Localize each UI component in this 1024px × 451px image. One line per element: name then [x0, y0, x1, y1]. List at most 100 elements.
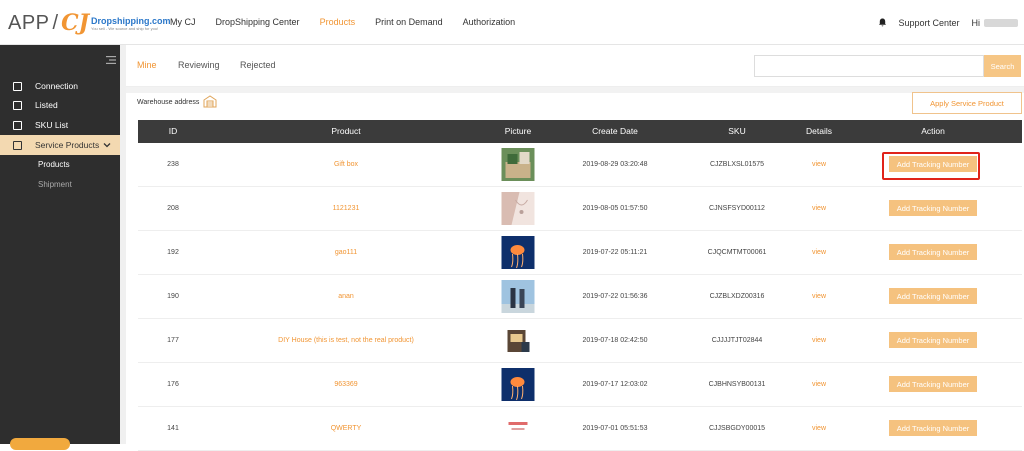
- sidebar: Connection Listed SKU List Service Produ…: [0, 45, 120, 450]
- greeting: Hi: [971, 17, 981, 28]
- logo-cj-mark: CJ: [61, 10, 90, 36]
- column-header-action: Action: [921, 126, 945, 136]
- search-button[interactable]: Search: [984, 55, 1021, 77]
- nav-authorization[interactable]: Authorization: [463, 0, 516, 45]
- sidebar-item-label: Service Products: [35, 140, 100, 150]
- row-product-link[interactable]: QWERTY: [331, 407, 362, 451]
- table-row: 208 1121231 2019-08-05 01:57:50 CJNSFSYD001…: [138, 187, 1022, 231]
- add-tracking-number-button[interactable]: Add Tracking Number: [889, 244, 977, 260]
- add-tracking-number-button[interactable]: Add Tracking Number: [889, 200, 977, 216]
- support-center-link[interactable]: Support Center: [898, 18, 959, 28]
- view-details-link[interactable]: view: [812, 275, 826, 319]
- header-right: Support Center Hi: [878, 0, 1024, 45]
- sidebar-item-label: Listed: [35, 100, 58, 110]
- tab-reviewing[interactable]: Reviewing: [178, 60, 220, 70]
- logo-app-text: APP: [8, 11, 50, 34]
- add-tracking-number-button[interactable]: Add Tracking Number: [889, 288, 977, 304]
- logo[interactable]: APP / CJ Dropshipping.com You sell - We …: [8, 10, 171, 36]
- view-details-link[interactable]: view: [812, 187, 826, 231]
- jellyfish-image[interactable]: [501, 368, 535, 401]
- sidebar-subitem-shipment[interactable]: Shipment: [38, 180, 72, 189]
- nav-dropshipping-center[interactable]: DropShipping Center: [216, 0, 300, 45]
- view-details-link[interactable]: view: [812, 143, 826, 187]
- table-row: 176 963369 2019-07-17 12:03:02 CJBHNSYB0013…: [138, 363, 1022, 407]
- row-create-date: 2019-07-01 05:51:53: [582, 425, 648, 432]
- row-id: 208: [167, 205, 179, 212]
- column-header-sku: SKU: [728, 126, 746, 136]
- bell-icon[interactable]: [878, 18, 887, 27]
- highlight-box: [882, 152, 980, 180]
- sidebar-item-listed[interactable]: Listed: [0, 95, 120, 115]
- sidebar-bottom-pill[interactable]: [10, 438, 70, 450]
- table-row: 141 QWERTY 2019-07-01 05:51:53 CJJSBGDY0001…: [138, 407, 1022, 451]
- warehouse-address-label: Warehouse address: [137, 99, 200, 106]
- username-redacted[interactable]: [984, 18, 1018, 27]
- sidebar-item-sku-list[interactable]: SKU List: [0, 115, 120, 135]
- nav-print-on-demand[interactable]: Print on Demand: [375, 0, 443, 45]
- view-details-link[interactable]: view: [812, 407, 826, 451]
- logo-text: Dropshipping.com You sell - We source an…: [91, 16, 171, 31]
- logo-tagline: You sell - We source and ship for you!: [91, 25, 159, 31]
- column-header-id: ID: [168, 126, 178, 136]
- column-header-create-date: Create Date: [592, 126, 638, 136]
- necklace-image[interactable]: [501, 192, 535, 225]
- warehouse-icon[interactable]: [203, 95, 217, 108]
- row-sku: CJQCMTMT00061: [707, 249, 767, 256]
- top-header: APP / CJ Dropshipping.com You sell - We …: [0, 0, 1024, 45]
- sidebar-item-label: SKU List: [35, 120, 69, 130]
- row-product-link[interactable]: 1121231: [333, 187, 360, 231]
- table-row: 190 anan 2019-07-22 01:56:36 CJZBLXDZ00316 v…: [138, 275, 1022, 319]
- add-tracking-number-button[interactable]: Add Tracking Number: [889, 332, 977, 348]
- table-row: 177 DIY House (this is test, not the real…: [138, 319, 1022, 363]
- table-header: ID Product Picture Create Date SKU Detai…: [138, 120, 1022, 143]
- row-id: 176: [167, 381, 179, 388]
- sidebar-item-service-products[interactable]: Service Products: [0, 135, 120, 155]
- nav-products[interactable]: Products: [320, 0, 356, 45]
- row-product-link[interactable]: Gift box: [334, 143, 358, 187]
- row-sku: CJJSBGDY00015: [708, 425, 766, 432]
- nav-my-cj[interactable]: My CJ: [170, 0, 196, 45]
- row-id: 238: [167, 161, 179, 168]
- tab-mine[interactable]: Mine: [137, 60, 157, 70]
- sidebar-item-connection[interactable]: Connection: [0, 76, 120, 96]
- row-sku: CJZBLXDZ00316: [709, 293, 765, 300]
- sidebar-item-label: Connection: [35, 81, 79, 91]
- add-tracking-number-button[interactable]: Add Tracking Number: [889, 420, 977, 436]
- row-product-link[interactable]: DIY House (this is test, not the real pr…: [278, 319, 414, 363]
- section-divider: [126, 87, 1024, 93]
- row-product-link[interactable]: anan: [338, 275, 354, 319]
- couple-image[interactable]: [501, 280, 535, 313]
- main-nav: My CJ DropShipping Center Products Print…: [170, 0, 535, 45]
- row-product-link[interactable]: gao111: [335, 231, 357, 275]
- view-details-link[interactable]: view: [812, 363, 826, 407]
- sidebar-subitem-products[interactable]: Products: [38, 160, 70, 169]
- text-image[interactable]: [501, 412, 535, 445]
- view-details-link[interactable]: view: [812, 231, 826, 275]
- diy-house-image[interactable]: [501, 324, 535, 357]
- sku-list-icon: [13, 120, 22, 130]
- row-sku: CJBHNSYB00131: [708, 381, 766, 388]
- row-id: 141: [167, 425, 179, 432]
- apply-service-product-button[interactable]: Apply Service Product: [912, 92, 1022, 114]
- column-header-details: Details: [806, 126, 832, 136]
- logo-brand: Dropshipping.com: [91, 15, 171, 26]
- chevron-down-icon: [103, 143, 111, 148]
- add-tracking-number-button[interactable]: Add Tracking Number: [889, 376, 977, 392]
- listed-icon: [13, 100, 22, 110]
- tab-rejected[interactable]: Rejected: [240, 60, 276, 70]
- gift-box-image[interactable]: [501, 148, 535, 181]
- row-create-date: 2019-07-22 05:11:21: [582, 249, 648, 256]
- row-product-link[interactable]: 963369: [334, 363, 357, 407]
- row-create-date: 2019-07-18 02:42:50: [582, 337, 648, 344]
- row-sku: CJZBLXSL01575: [709, 161, 765, 168]
- view-details-link[interactable]: view: [812, 319, 826, 363]
- search-input[interactable]: [754, 55, 984, 77]
- row-sku: CJJJJTJT02844: [711, 337, 763, 344]
- content-gutter: [120, 45, 126, 444]
- row-sku: CJNSFSYD00112: [709, 205, 765, 212]
- jellyfish-image[interactable]: [501, 236, 535, 269]
- logo-slash: /: [52, 11, 59, 34]
- row-create-date: 2019-08-05 01:57:50: [582, 205, 648, 212]
- menu-collapse-icon[interactable]: [106, 56, 116, 64]
- column-header-picture: Picture: [504, 126, 532, 136]
